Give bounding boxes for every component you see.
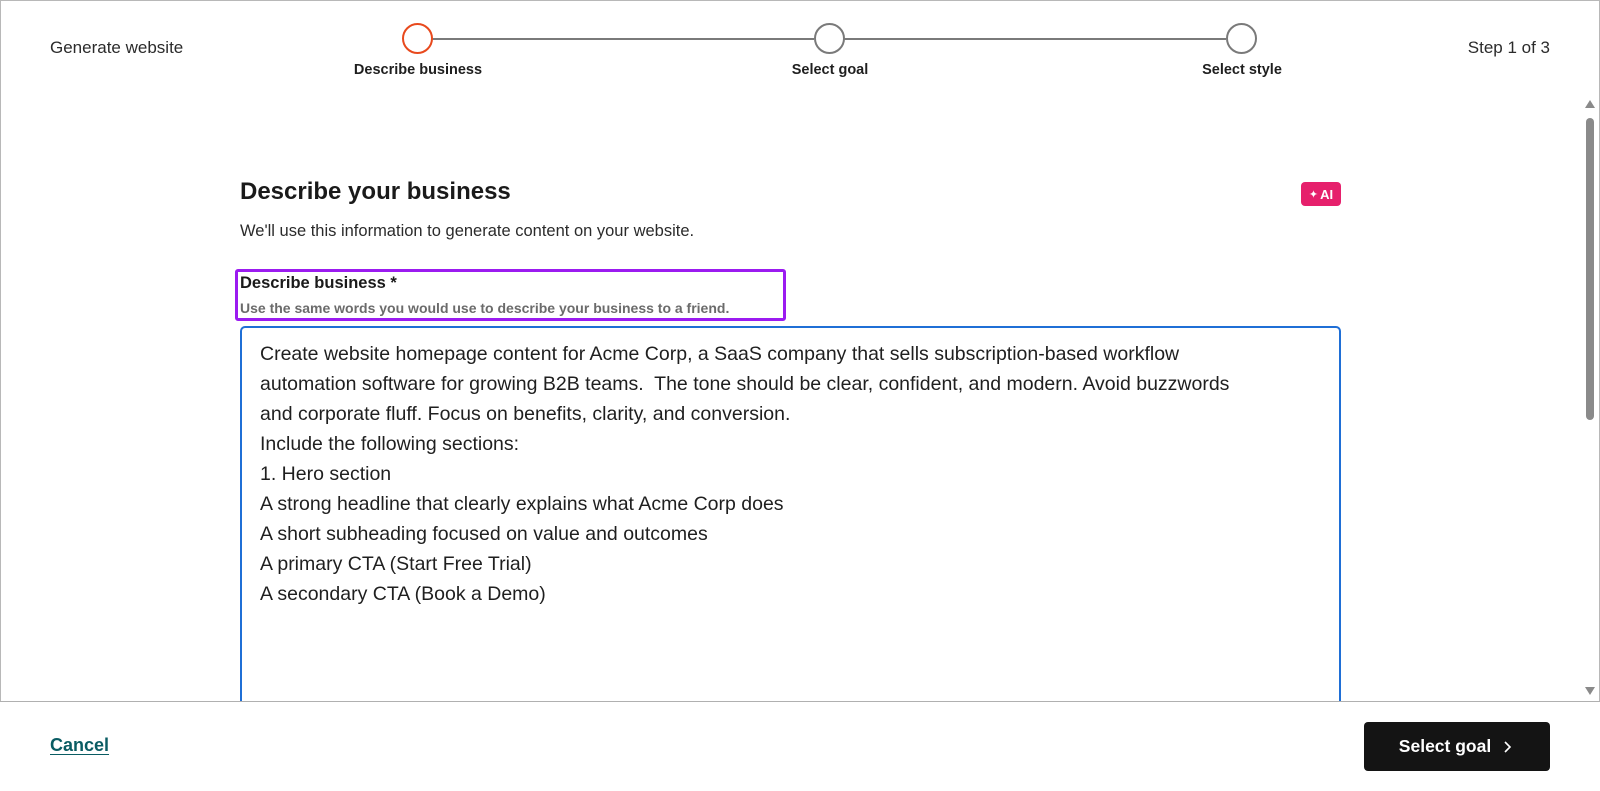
chevron-right-icon: [1504, 740, 1512, 753]
select-goal-button[interactable]: Select goal: [1364, 722, 1550, 771]
step-indicator-describe-business: [402, 23, 433, 54]
wizard-footer: Cancel Select goal: [0, 701, 1600, 791]
ai-badge: ✦ AI: [1301, 182, 1341, 206]
field-help-text: Use the same words you would use to desc…: [240, 300, 730, 316]
select-goal-button-label: Select goal: [1398, 736, 1492, 756]
step-label-describe-business: Describe business: [353, 62, 483, 78]
cancel-link[interactable]: Cancel: [50, 735, 109, 756]
wizard-header: Generate website Describe business Selec…: [0, 0, 1600, 96]
scroll-up-arrow-icon[interactable]: [1585, 100, 1595, 108]
page-title: Describe your business: [240, 178, 511, 205]
field-label: Describe business *: [240, 274, 397, 292]
step-label-select-style: Select style: [1202, 62, 1282, 78]
step-count: Step 1 of 3: [1467, 38, 1550, 57]
business-description-textarea[interactable]: Create website homepage content for Acme…: [240, 326, 1341, 706]
step-indicator-select-style: [1226, 23, 1257, 54]
step-indicator-select-goal: [814, 23, 845, 54]
stepper-connector: [844, 38, 1226, 40]
scroll-down-arrow-icon[interactable]: [1585, 687, 1595, 695]
page-subtitle: We'll use this information to generate c…: [240, 222, 695, 240]
step-label-select-goal: Select goal: [791, 62, 869, 78]
scrollbar[interactable]: [1583, 100, 1597, 697]
sparkle-icon: ✦: [1308, 188, 1319, 201]
stepper: Describe business Select goal Select sty…: [0, 0, 1600, 96]
scrollbar-thumb[interactable]: [1586, 118, 1594, 420]
stepper-connector: [432, 38, 814, 40]
ai-badge-label: AI: [1320, 186, 1334, 202]
